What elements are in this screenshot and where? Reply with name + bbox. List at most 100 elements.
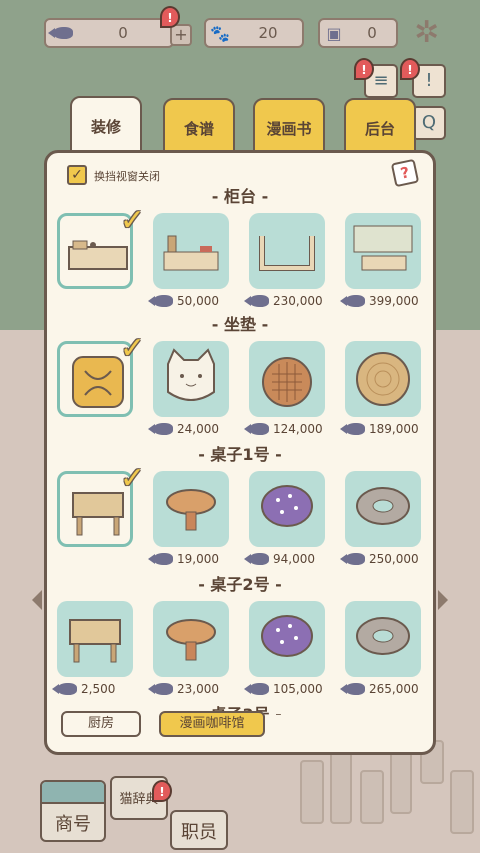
fish-icon [244, 683, 269, 695]
table-round-icon[interactable] [153, 601, 229, 677]
paw-icon: 🐾 [210, 23, 230, 43]
table-ring-icon[interactable] [345, 601, 421, 677]
fish-icon [148, 683, 173, 695]
decoration-item[interactable]: 265,000 [340, 601, 421, 697]
fish-icon [46, 24, 74, 43]
counter-screen-icon[interactable] [345, 213, 421, 289]
counter-register-icon[interactable] [153, 213, 229, 289]
paw-currency: 🐾 20 [204, 18, 304, 48]
price-tag: 230,000 [244, 293, 325, 309]
fish-icon [244, 423, 269, 435]
price-tag: 105,000 [244, 681, 325, 697]
price-value: 23,000 [177, 682, 219, 696]
cushion-waffle-icon[interactable] [249, 341, 325, 417]
table-purple-cloth-icon[interactable] [249, 471, 325, 547]
decoration-item[interactable]: 19,000 [148, 471, 229, 567]
price-tag: 24,000 [148, 421, 229, 437]
search-button[interactable]: Q [412, 106, 446, 140]
price-value: 265,000 [369, 682, 419, 696]
selected-check-icon: ✓ [119, 331, 145, 366]
fish-icon [148, 423, 173, 435]
decoration-item[interactable]: 94,000 [244, 471, 325, 567]
decoration-item[interactable]: 189,000 [340, 341, 421, 437]
price-value: 124,000 [273, 422, 323, 436]
decoration-item[interactable]: 23,000 [148, 601, 229, 697]
price-value: 189,000 [369, 422, 419, 436]
price-value: 19,000 [177, 552, 219, 566]
fish-icon [148, 295, 173, 307]
decoration-item[interactable]: 24,000 [148, 341, 229, 437]
fish-icon [340, 423, 365, 435]
tab-backstage[interactable]: 后台 [344, 98, 416, 158]
price-value: 399,000 [369, 294, 419, 308]
fish-currency: 0 [44, 18, 174, 48]
tab-manga-cafe[interactable]: 漫画咖啡馆 [159, 711, 265, 737]
table-purple-cloth-icon[interactable] [249, 601, 325, 677]
price-tag: 2,500 [52, 681, 133, 697]
fish-icon [244, 295, 269, 307]
checkbox-label: 换挡视窗关闭 [94, 170, 160, 183]
tab-comics[interactable]: 漫画书 [253, 98, 325, 158]
fish-icon [244, 553, 269, 565]
table-round-icon[interactable] [153, 471, 229, 547]
decoration-item[interactable]: 124,000 [244, 341, 325, 437]
tab-kitchen[interactable]: 厨房 [61, 711, 141, 737]
price-value: 250,000 [369, 552, 419, 566]
decoration-item[interactable]: 50,000 [148, 213, 229, 309]
staff-button[interactable]: 职员 [170, 810, 228, 850]
section-title: - 桌子2号 - [198, 575, 282, 594]
decoration-panel: ✓ 换挡视窗关闭 ? - 柜台 - ✓ 50,000 230,000 399,000- … [44, 150, 436, 755]
selected-check-icon: ✓ [119, 461, 145, 496]
table-ring-icon[interactable] [345, 471, 421, 547]
price-value: 230,000 [273, 294, 323, 308]
cat-dictionary-badge: ! [152, 780, 172, 802]
cushion-round-icon[interactable] [345, 341, 421, 417]
decoration-item[interactable]: 230,000 [244, 213, 325, 309]
selected-check-icon: ✓ [119, 203, 145, 238]
decoration-item[interactable]: ✓ [57, 331, 145, 417]
price-tag: 19,000 [148, 551, 229, 567]
decoration-item[interactable]: 105,000 [244, 601, 325, 697]
cushion-cat-face-icon[interactable] [153, 341, 229, 417]
close-window-checkbox[interactable]: ✓ [67, 165, 87, 185]
scroll-right-arrow[interactable] [438, 590, 448, 610]
table-wood-icon[interactable] [57, 601, 133, 677]
decoration-item[interactable]: 2,500 [52, 601, 133, 697]
fish-icon [340, 295, 365, 307]
tab-recipes[interactable]: 食谱 [163, 98, 235, 158]
section-title: - 柜台 - [211, 187, 269, 206]
fish-icon [148, 553, 173, 565]
decoration-item[interactable]: 250,000 [340, 471, 421, 567]
price-value: 105,000 [273, 682, 323, 696]
price-tag: 250,000 [340, 551, 421, 567]
price-tag: 189,000 [340, 421, 421, 437]
decoration-item[interactable]: 399,000 [340, 213, 421, 309]
paw-count: 20 [258, 24, 278, 42]
fish-icon [52, 683, 77, 695]
section-title: - 坐垫 - [211, 315, 269, 334]
price-tag: 265,000 [340, 681, 421, 697]
ticket-currency: ▣ 0 [318, 18, 398, 48]
fish-icon [340, 553, 365, 565]
price-value: 50,000 [177, 294, 219, 308]
quest-badge: ! [400, 58, 420, 80]
ticket-count: 0 [367, 24, 377, 42]
price-tag: 23,000 [148, 681, 229, 697]
gear-icon[interactable]: ✲ [414, 18, 439, 48]
scroll-left-arrow[interactable] [32, 590, 42, 610]
price-value: 94,000 [273, 552, 315, 566]
counter-curved-icon[interactable] [249, 213, 325, 289]
price-tag: 50,000 [148, 293, 229, 309]
fish-count: 0 [118, 24, 128, 42]
decoration-item[interactable]: ✓ [57, 203, 145, 289]
fish-icon [340, 683, 365, 695]
ticket-icon: ▣ [326, 23, 342, 43]
notes-badge: ! [354, 58, 374, 80]
background-furniture [300, 740, 480, 850]
price-tag: 399,000 [340, 293, 421, 309]
decoration-item[interactable]: ✓ [57, 461, 145, 547]
shop-button[interactable]: 商号 [40, 780, 106, 842]
section-title: - 桌子1号 - [198, 445, 282, 464]
price-tag: 124,000 [244, 421, 325, 437]
price-value: 2,500 [81, 682, 116, 696]
